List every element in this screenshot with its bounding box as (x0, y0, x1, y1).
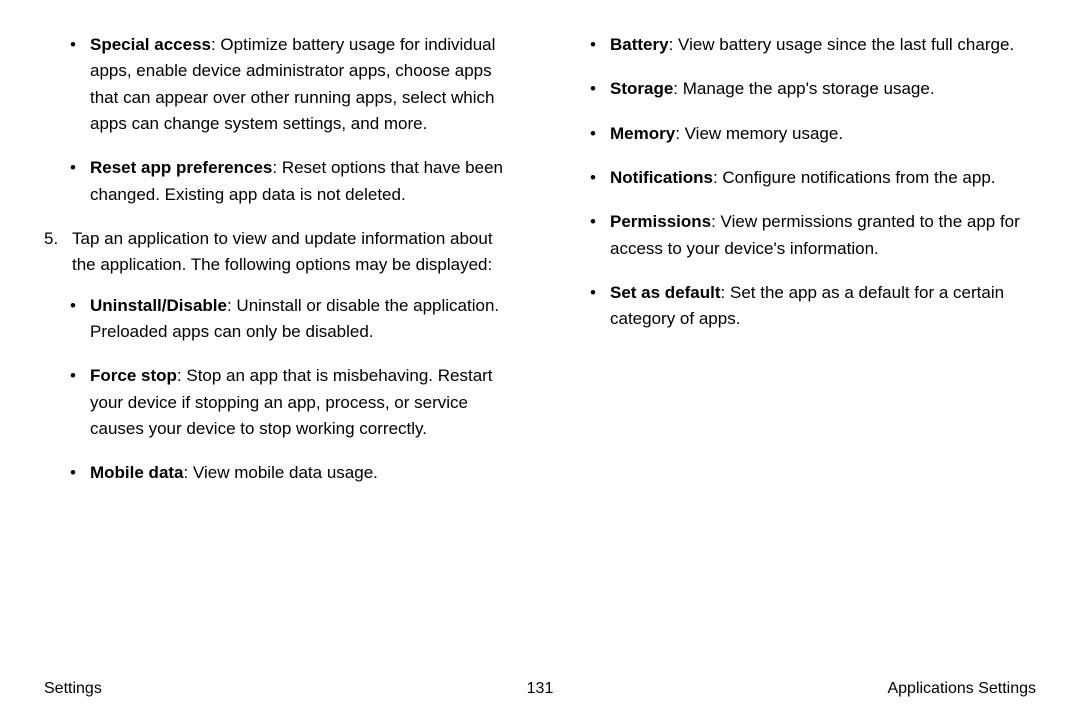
left-column: Special access: Optimize battery usage f… (44, 32, 516, 505)
step-number: 5. (44, 226, 58, 252)
step-item: 5. Tap an application to view and update… (44, 226, 516, 279)
lead-term: Set as default (610, 283, 721, 302)
list-item: Battery: View battery usage since the la… (564, 32, 1036, 58)
step-text: Tap an application to view and update in… (72, 229, 493, 274)
list-item: Set as default: Set the app as a default… (564, 280, 1036, 333)
footer-left: Settings (44, 680, 102, 698)
desc-text: : View battery usage since the last full… (669, 35, 1015, 54)
list-item: Reset app preferences: Reset options tha… (44, 155, 516, 208)
list-item: Mobile data: View mobile data usage. (44, 460, 516, 486)
list-item: Memory: View memory usage. (564, 121, 1036, 147)
lead-term: Battery (610, 35, 669, 54)
document-page: Special access: Optimize battery usage f… (0, 0, 1080, 720)
list-item: Notifications: Configure notifications f… (564, 165, 1036, 191)
lead-term: Force stop (90, 366, 177, 385)
left-top-bullet-list: Special access: Optimize battery usage f… (44, 32, 516, 208)
page-footer: Settings 131 Applications Settings (0, 680, 1080, 698)
right-bullet-list: Battery: View battery usage since the la… (564, 32, 1036, 333)
lead-term: Uninstall/Disable (90, 296, 227, 315)
list-item: Special access: Optimize battery usage f… (44, 32, 516, 137)
right-column: Battery: View battery usage since the la… (564, 32, 1036, 505)
page-number: 131 (527, 680, 554, 698)
list-item: Storage: Manage the app's storage usage. (564, 76, 1036, 102)
lead-term: Storage (610, 79, 673, 98)
list-item: Force stop: Stop an app that is misbehav… (44, 363, 516, 442)
list-item: Uninstall/Disable: Uninstall or disable … (44, 293, 516, 346)
desc-text: : Configure notifications from the app. (713, 168, 996, 187)
desc-text: : View mobile data usage. (184, 463, 378, 482)
lead-term: Notifications (610, 168, 713, 187)
lead-term: Special access (90, 35, 211, 54)
left-sub-bullet-list: Uninstall/Disable: Uninstall or disable … (44, 293, 516, 487)
desc-text: : View memory usage. (675, 124, 843, 143)
two-column-layout: Special access: Optimize battery usage f… (44, 32, 1036, 505)
numbered-step-list: 5. Tap an application to view and update… (44, 226, 516, 279)
lead-term: Permissions (610, 212, 711, 231)
lead-term: Mobile data (90, 463, 184, 482)
list-item: Permissions: View permissions granted to… (564, 209, 1036, 262)
desc-text: : Manage the app's storage usage. (673, 79, 934, 98)
lead-term: Reset app preferences (90, 158, 272, 177)
footer-right: Applications Settings (887, 680, 1036, 698)
lead-term: Memory (610, 124, 675, 143)
